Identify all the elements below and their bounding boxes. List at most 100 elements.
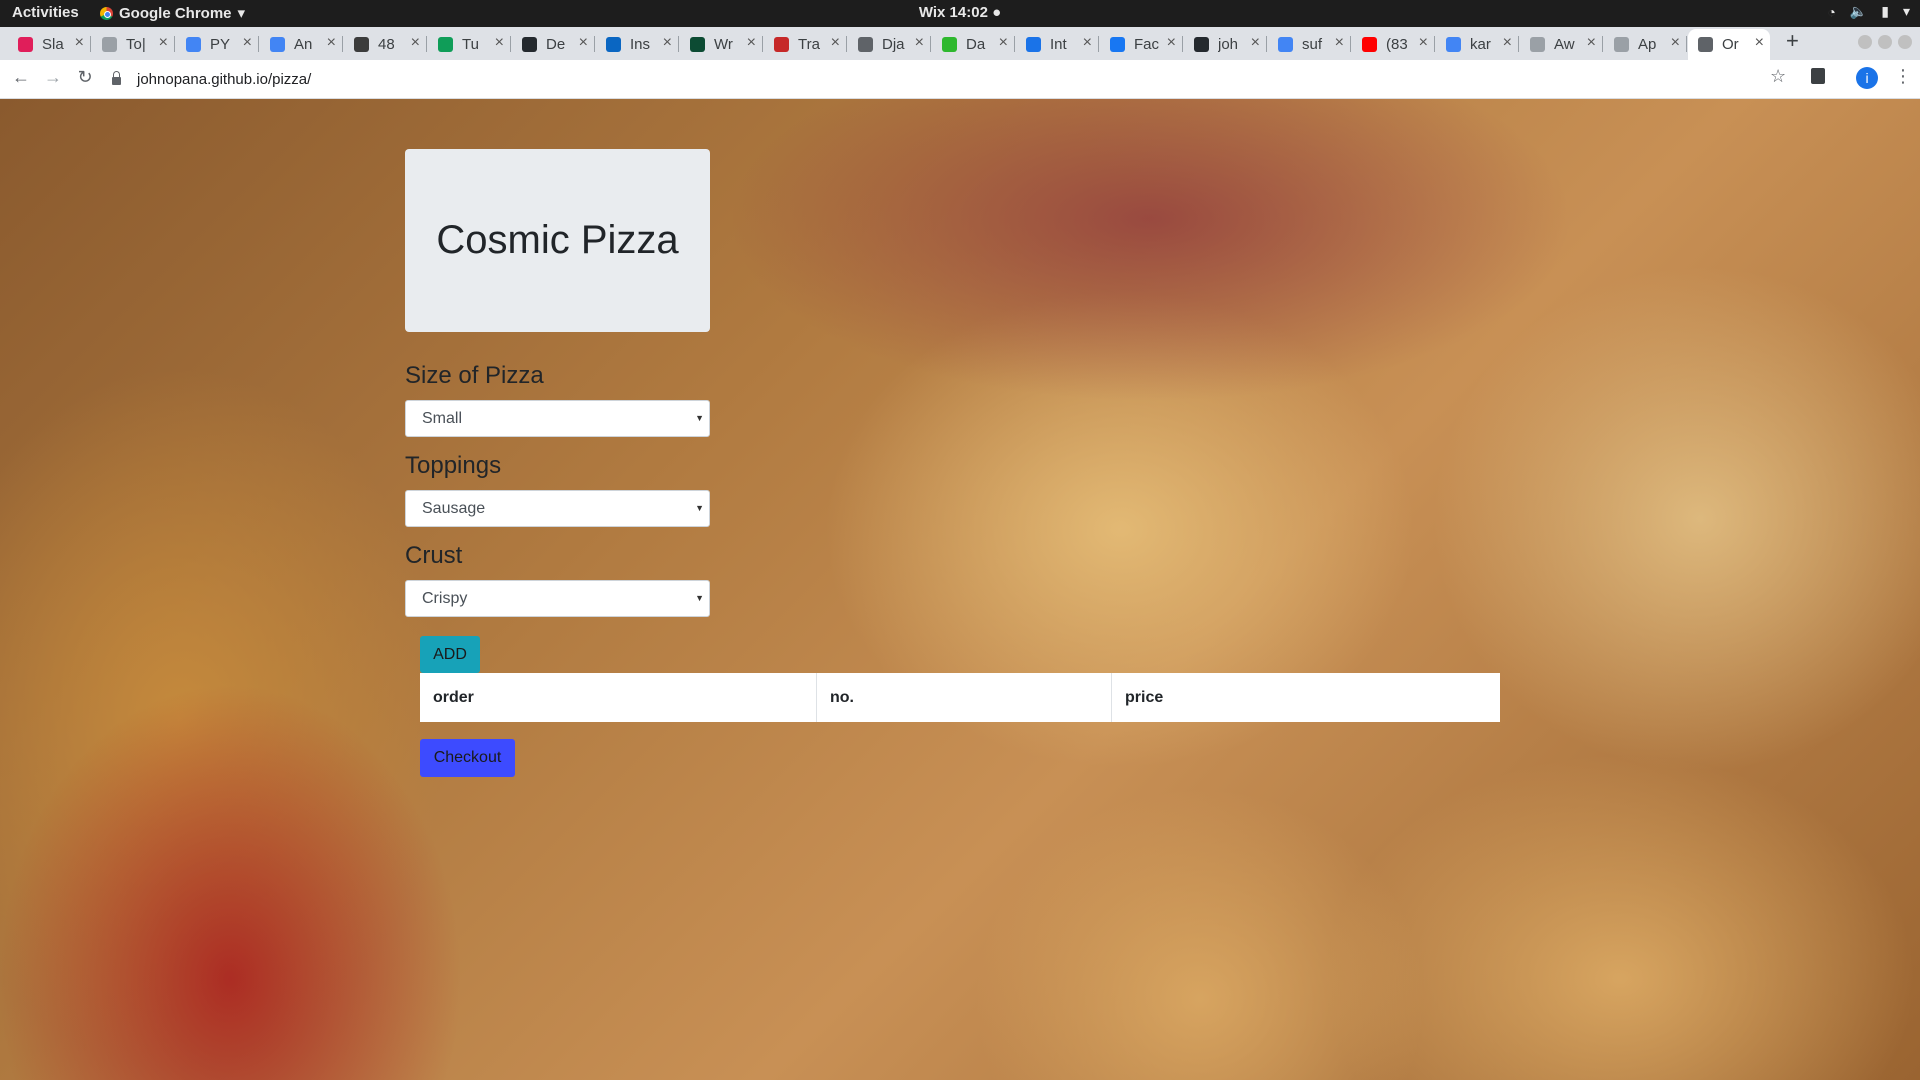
browser-tab[interactable]: Da × xyxy=(932,29,1015,59)
tab-close-icon[interactable]: × xyxy=(747,34,756,52)
tab-title: Tu xyxy=(462,35,479,53)
tab-close-icon[interactable]: × xyxy=(1251,34,1260,52)
tab-close-icon[interactable]: × xyxy=(159,34,168,52)
tab-separator xyxy=(1518,36,1519,52)
tab-close-icon[interactable]: × xyxy=(327,34,336,52)
tab-separator xyxy=(1602,36,1603,52)
tab-favicon-icon xyxy=(774,36,789,52)
tab-separator xyxy=(678,36,679,52)
tab-title: De xyxy=(546,35,566,53)
wifi-icon: ◔ xyxy=(1827,3,1836,20)
browser-tab[interactable]: Ins × xyxy=(596,29,679,59)
tab-favicon-icon xyxy=(606,36,621,52)
size-select[interactable]: Small ▼ xyxy=(405,400,710,437)
tab-title: Or xyxy=(1722,36,1739,53)
volume-icon: 🔈 xyxy=(1849,3,1868,19)
minimize-button[interactable] xyxy=(1858,35,1872,49)
back-arrow-icon[interactable]: ← xyxy=(10,67,32,88)
tab-close-icon[interactable]: × xyxy=(999,34,1008,52)
tab-favicon-icon xyxy=(1110,36,1125,52)
jumbotron: Cosmic Pizza xyxy=(405,149,710,332)
maximize-button[interactable] xyxy=(1878,35,1892,49)
tab-close-icon[interactable]: × xyxy=(411,34,420,52)
bookmark-star-icon[interactable]: ☆ xyxy=(1770,66,1786,87)
tab-separator xyxy=(762,36,763,52)
tab-title: To| xyxy=(126,35,146,53)
browser-tab[interactable]: Dja × xyxy=(848,29,931,59)
tab-close-icon[interactable]: × xyxy=(243,34,252,52)
add-button[interactable]: ADD xyxy=(420,636,480,673)
profile-avatar[interactable]: i xyxy=(1856,67,1878,89)
tab-close-icon[interactable]: × xyxy=(579,34,588,52)
system-top-bar: Activities Google Chrome ▾ Wix 14:02 ● ◔… xyxy=(0,0,1920,27)
checkout-button[interactable]: Checkout xyxy=(420,739,515,777)
system-tray[interactable]: ◔ 🔈 ▮ ▾ xyxy=(1827,3,1910,20)
reload-icon[interactable]: ↻ xyxy=(74,67,96,88)
browser-tab[interactable]: An × xyxy=(260,29,343,59)
tab-close-icon[interactable]: × xyxy=(1083,34,1092,52)
browser-tab[interactable]: (83 × xyxy=(1352,29,1435,59)
tab-separator xyxy=(930,36,931,52)
tab-close-icon[interactable]: × xyxy=(75,34,84,52)
browser-tab[interactable]: Int × xyxy=(1016,29,1099,59)
tab-close-icon[interactable]: × xyxy=(915,34,924,52)
tab-title: Int xyxy=(1050,35,1067,53)
browser-tab[interactable]: Wr × xyxy=(680,29,763,59)
tab-title: Sla xyxy=(42,35,64,53)
tab-separator xyxy=(426,36,427,52)
browser-tab[interactable]: suf × xyxy=(1268,29,1351,59)
tab-close-icon[interactable]: × xyxy=(1419,34,1428,52)
browser-tab[interactable]: Tra × xyxy=(764,29,847,59)
tab-close-icon[interactable]: × xyxy=(831,34,840,52)
tab-separator xyxy=(1686,36,1687,52)
tab-strip: Sla × To| × PY × An × 48 × Tu × De × Ins × Wr × Tra × Dja × Da… xyxy=(0,27,1920,60)
tab-favicon-icon xyxy=(1614,36,1629,52)
new-tab-button[interactable]: + xyxy=(1786,28,1799,54)
tab-title: Dja xyxy=(882,35,905,53)
toppings-select[interactable]: Sausage ▼ xyxy=(405,490,710,527)
close-window-button[interactable] xyxy=(1898,35,1912,49)
tab-favicon-icon xyxy=(1194,36,1209,52)
browser-tab[interactable]: De × xyxy=(512,29,595,59)
tab-title: suf xyxy=(1302,35,1323,53)
browser-tab[interactable]: kar × xyxy=(1436,29,1519,59)
clock[interactable]: Wix 14:02 ● xyxy=(0,4,1920,21)
browser-tab[interactable]: Tu × xyxy=(428,29,511,59)
tab-close-icon[interactable]: × xyxy=(1503,34,1512,52)
tab-close-icon[interactable]: × xyxy=(1587,34,1596,52)
browser-tab[interactable]: Aw × xyxy=(1520,29,1603,59)
extension-icon[interactable] xyxy=(1811,68,1825,84)
tab-separator xyxy=(510,36,511,52)
tab-separator xyxy=(594,36,595,52)
browser-tab[interactable]: Sla × xyxy=(8,29,91,59)
tab-close-icon[interactable]: × xyxy=(1335,34,1344,52)
size-label: Size of Pizza xyxy=(405,362,544,389)
table-header-order: order xyxy=(420,673,817,722)
tab-close-icon[interactable]: × xyxy=(1755,34,1764,52)
browser-tab[interactable]: Fac × xyxy=(1100,29,1183,59)
tab-separator xyxy=(1266,36,1267,52)
tab-favicon-icon xyxy=(942,36,957,52)
browser-tab[interactable]: To| × xyxy=(92,29,175,59)
battery-icon: ▮ xyxy=(1881,3,1889,19)
tab-close-icon[interactable]: × xyxy=(663,34,672,52)
tab-favicon-icon xyxy=(18,36,33,52)
tab-favicon-icon xyxy=(1362,36,1377,52)
browser-menu-icon[interactable]: ⋮ xyxy=(1894,66,1912,87)
crust-select[interactable]: Crispy ▼ xyxy=(405,580,710,617)
tab-close-icon[interactable]: × xyxy=(1671,34,1680,52)
browser-tab[interactable]: Or × xyxy=(1688,29,1770,60)
browser-tab[interactable]: PY × xyxy=(176,29,259,59)
crust-select-value: Crispy xyxy=(422,590,468,607)
address-bar[interactable]: johnopana.github.io/pizza/ xyxy=(112,64,1762,94)
browser-tab[interactable]: 48 × xyxy=(344,29,427,59)
tab-separator xyxy=(846,36,847,52)
tab-title: Tra xyxy=(798,35,820,53)
browser-tab[interactable]: Ap × xyxy=(1604,29,1687,59)
toppings-select-value: Sausage xyxy=(422,500,486,517)
tab-close-icon[interactable]: × xyxy=(1167,34,1176,52)
browser-tab[interactable]: joh × xyxy=(1184,29,1267,59)
forward-arrow-icon[interactable]: → xyxy=(42,67,64,88)
tab-favicon-icon xyxy=(1530,36,1545,52)
tab-close-icon[interactable]: × xyxy=(495,34,504,52)
